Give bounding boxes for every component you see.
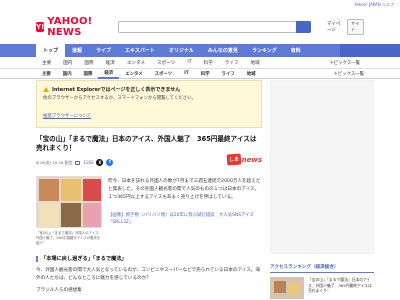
- article-paragraph-2: ブラジル人らの感想集: [36, 288, 82, 294]
- subnav-item-local[interactable]: 地域: [245, 57, 266, 69]
- photo-tile: [83, 203, 101, 228]
- main-nav: トップ 速報 ライブ エキスパート オリジナル みんなの意見 ランキング 有料: [0, 44, 400, 57]
- ad-slot: [270, 80, 374, 254]
- article-figure: 「宝の山」「まるで魔法」外国人のアイス、外国人魅了。SNS中国籍がアイスの販売を…: [36, 176, 102, 245]
- nav-item-opinions[interactable]: みんなの意見: [201, 44, 245, 57]
- nav-item-top[interactable]: トップ: [36, 44, 66, 57]
- section-heading: 「本場に戻し過ぎる」「まるで魔法」: [36, 255, 262, 262]
- publisher-logo-text: news: [241, 155, 262, 164]
- article-body: 昨今、日本を訪れる外国人の数が7月まで三週五連続で2000万人を超えたと発表した…: [108, 176, 262, 245]
- nav-item-breaking[interactable]: 速報: [65, 44, 89, 57]
- sub-nav: 主要 国内 国際 経済 エンタメ スポーツ IT 科学 ライフ 地域 トピックス…: [0, 57, 400, 69]
- sidebar: アクセスランキング（経済総合） 「宝の山」「まるで魔法」日本のアイス、外国人魅了…: [270, 80, 374, 299]
- photo-tile: [39, 179, 59, 202]
- catnav-item-it[interactable]: IT: [178, 69, 195, 79]
- subnav-item-entertainment[interactable]: エンタメ: [121, 57, 151, 69]
- search-input[interactable]: [118, 21, 298, 33]
- ranking-item[interactable]: 「宝の山」「まるで魔法」日本のアイス、外国人魅了 365円最終アイスは売れまくり…: [270, 277, 374, 299]
- ranking-thumbnail: [270, 277, 304, 299]
- logo-text: YAHOO! NEWS: [47, 16, 93, 38]
- site-logo[interactable]: Y! YAHOO! NEWS: [36, 16, 106, 38]
- notice-title: Internet Explorerではページを正しく表示できません: [52, 87, 181, 93]
- subnav-item-economy[interactable]: 経済: [100, 57, 121, 69]
- photo-tile: [83, 179, 101, 202]
- photo-tile: [39, 203, 59, 228]
- subnav-item-domestic[interactable]: 国内: [57, 57, 78, 69]
- heading-bar-icon: [36, 255, 38, 262]
- photo-tile: [61, 203, 81, 228]
- catnav-item-international[interactable]: 国際: [78, 69, 99, 79]
- photo-tile: [61, 179, 81, 202]
- subnav-item-science[interactable]: 科学: [198, 57, 219, 69]
- article-title: 「宝の山」「まるで魔法」日本のアイス、外国人魅了 365円最終アイスは売れまくり…: [36, 134, 257, 153]
- browser-notice: Internet Explorerではページを正しく表示できません 他のブラウザ…: [36, 80, 262, 128]
- subnav-item-sports[interactable]: スポーツ: [151, 57, 181, 69]
- photo-caption: 「宝の山」「まるで魔法」外国人のアイス、外国人魅了。SNS中国籍がアイスの販売を…: [36, 231, 102, 245]
- nav-item-live[interactable]: ライブ: [89, 44, 118, 57]
- article-column: Internet Explorerではページを正しく表示できません 他のブラウザ…: [36, 80, 262, 293]
- article-photo[interactable]: [36, 176, 102, 229]
- nav-item-ranking[interactable]: ランキング: [245, 44, 284, 57]
- image-link[interactable]: 【画像】焼き物（バリバリ焼）は20年に及ぶ試行錯誤 大人気SNSアイス「SRLL…: [108, 212, 262, 226]
- publisher-logo[interactable]: しま news: [226, 153, 262, 166]
- site-button[interactable]: サイト: [347, 19, 364, 35]
- logo-mark-icon: Y!: [36, 22, 45, 32]
- article-content: 「宝の山」「まるで魔法」外国人のアイス、外国人魅了。SNS中国籍がアイスの販売を…: [36, 176, 262, 245]
- search-button[interactable]: [296, 21, 311, 33]
- nav-extra-block[interactable]: [340, 44, 400, 57]
- section-heading-text: 「本場に戻し過ぎる」「まるで魔法」: [41, 256, 127, 263]
- catnav-item-sports[interactable]: スポーツ: [149, 69, 178, 79]
- site-header: Y! YAHOO! NEWS マイページ サイト: [0, 10, 400, 44]
- catnav-item-domestic[interactable]: 国内: [57, 69, 78, 79]
- article-lead-paragraph: 昨今、日本を訪れる外国人の数が7月まで三週五連続で2000万人を超えたと発表した…: [108, 179, 261, 201]
- subnav-item-life[interactable]: ライフ: [219, 57, 245, 69]
- subnav-item-international[interactable]: 国際: [78, 57, 99, 69]
- comment-count[interactable]: 1182: [83, 160, 93, 165]
- x-share-icon[interactable]: X: [96, 159, 104, 167]
- catnav-item-entertainment[interactable]: エンタメ: [119, 69, 148, 79]
- subnav-item-it[interactable]: IT: [181, 57, 197, 69]
- publisher-logo-badge: しま: [226, 153, 241, 166]
- recommended-browser-link[interactable]: 推奨ブラウザーについて: [43, 114, 91, 119]
- notice-header: Internet Explorerではページを正しく表示できません: [43, 86, 255, 93]
- page: Yahoo! JAPAN ヘルプ Y! YAHOO! NEWS マイページ サイ…: [0, 0, 400, 300]
- catnav-item-economy[interactable]: 経済: [98, 69, 120, 79]
- article-paragraph: 今、外国人観光客の間で大人気となっているのが、コンビニやスーパーなどで売られてい…: [36, 268, 260, 281]
- subnav-item-main[interactable]: 主要: [36, 57, 57, 69]
- nav-item-expert[interactable]: エキスパート: [118, 44, 162, 57]
- publish-date: 8/26(金) 20:45 配信: [36, 159, 73, 165]
- ranking-heading: アクセスランキング（経済総合）: [270, 264, 374, 273]
- topics-list-link[interactable]: トピックス一覧: [329, 60, 360, 66]
- my-page-link[interactable]: マイページ: [327, 21, 343, 33]
- nav-item-paid[interactable]: 有料: [284, 44, 308, 57]
- category-nav: 主要 国内 国際 経済 エンタメ スポーツ IT 科学 ライフ 地域 トピックス…: [0, 69, 400, 79]
- comment-icon[interactable]: [75, 160, 81, 165]
- warning-icon: [43, 87, 49, 92]
- facebook-share-icon[interactable]: f: [106, 159, 114, 167]
- ranking-item-title: 「宝の山」「まるで魔法」日本のアイス、外国人魅了 365円最終アイスは売れまくり…: [308, 277, 372, 293]
- catnav-item-science[interactable]: 科学: [195, 69, 216, 79]
- catnav-item-life[interactable]: ライフ: [216, 69, 241, 79]
- notice-body: 他のブラウザーからアクセスするか、スマートフォンから閲覧してください。: [43, 96, 196, 101]
- catnav-topics-link[interactable]: トピックス一覧: [333, 71, 364, 77]
- catnav-item-local[interactable]: 地域: [241, 69, 262, 79]
- article-meta: 8/26(金) 20:45 配信 1182 X f しま news: [36, 153, 262, 167]
- top-utility-bar: Yahoo! JAPAN ヘルプ: [0, 0, 400, 10]
- nav-item-original[interactable]: オリジナル: [162, 44, 201, 57]
- help-link[interactable]: Yahoo! JAPAN ヘルプ: [354, 2, 394, 8]
- catnav-item-main[interactable]: 主要: [36, 69, 57, 79]
